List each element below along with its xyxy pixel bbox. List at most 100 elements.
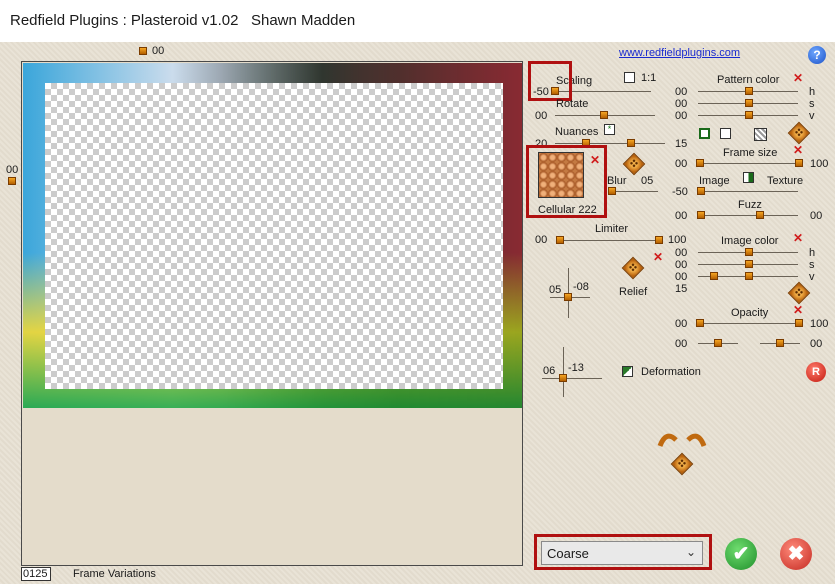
preview-image [23, 63, 522, 408]
preview-top-handle[interactable] [139, 47, 147, 55]
relief-y-value: -08 [573, 281, 589, 293]
blur-value: 05 [641, 175, 654, 187]
opacity-row2-slider-right[interactable] [776, 339, 784, 347]
limiter-value-right: 100 [668, 234, 687, 246]
ok-button[interactable]: ✔ [725, 538, 757, 570]
rotate-slider[interactable] [600, 111, 608, 119]
pattern-h-channel: h [809, 86, 816, 98]
frame-number-box[interactable]: 0125 [21, 567, 51, 581]
frame-size-value-left: 00 [675, 158, 688, 170]
relief-x-value: 05 [549, 284, 562, 296]
pattern-s-value: 00 [675, 98, 688, 110]
image-texture-toggle[interactable] [743, 172, 754, 183]
image-color-extra-value: 15 [675, 283, 688, 295]
relief-remove-icon[interactable]: ✕ [653, 251, 663, 263]
nuances-value-right: 15 [675, 138, 688, 150]
opacity-slider-left[interactable] [696, 319, 704, 327]
scaling-highlight [528, 61, 572, 101]
opacity-row2-right: 00 [810, 338, 823, 350]
help-icon[interactable]: ? [808, 46, 826, 64]
pattern-s-slider[interactable] [745, 99, 753, 107]
deformation-xy-handle[interactable] [559, 374, 567, 382]
frame-size-slider-right[interactable] [795, 159, 803, 167]
limiter-slider-left[interactable] [556, 236, 564, 244]
texture-remove-icon[interactable]: ✕ [590, 154, 600, 166]
pattern-v-channel: v [809, 110, 815, 122]
opacity-row2-slider-left[interactable] [714, 339, 722, 347]
blur-label: Blur [607, 175, 627, 187]
blend-mode-3-icon[interactable] [754, 128, 767, 141]
frame-size-label: Frame size [723, 147, 778, 159]
fuzz-value-right: 00 [810, 210, 823, 222]
frame-size-remove-icon[interactable]: ✕ [793, 144, 803, 156]
image-texture-value: -50 [672, 186, 688, 198]
pattern-s-channel: s [809, 98, 815, 110]
reset-button[interactable]: R [806, 362, 826, 382]
image-v-slider-left[interactable] [710, 272, 718, 280]
image-s-value: 00 [675, 259, 688, 271]
fuzz-slider-right[interactable] [756, 211, 764, 219]
blur-slider[interactable] [608, 187, 616, 195]
pattern-color-remove-icon[interactable]: ✕ [793, 72, 803, 84]
frame-size-slider-left[interactable] [696, 159, 704, 167]
fuzz-value-left: 00 [675, 210, 688, 222]
limiter-value-left: 00 [535, 234, 548, 246]
nuances-toggle-icon[interactable]: * [604, 124, 615, 135]
pattern-h-value: 00 [675, 86, 688, 98]
scaling-1to1-checkbox[interactable] [624, 72, 635, 83]
pattern-h-slider[interactable] [745, 87, 753, 95]
texture-thumbnail[interactable] [538, 152, 584, 198]
opacity-row2-left: 00 [675, 338, 688, 350]
quality-selected-value: Coarse [547, 546, 589, 561]
image-label: Image [699, 175, 730, 187]
pattern-v-slider[interactable] [745, 111, 753, 119]
blend-mode-2-icon[interactable] [720, 128, 731, 139]
frame-size-value-right: 100 [810, 158, 829, 170]
image-h-slider[interactable] [745, 248, 753, 256]
fuzz-slider-left[interactable] [697, 211, 705, 219]
image-v-channel: v [809, 271, 815, 283]
quality-select[interactable]: Coarse ⌄ [541, 541, 703, 565]
pattern-color-label: Pattern color [717, 74, 780, 86]
texture-label: Texture [767, 175, 804, 187]
image-color-remove-icon[interactable]: ✕ [793, 232, 803, 244]
relief-xy-handle[interactable] [564, 293, 572, 301]
checkmark-icon: ✔ [732, 543, 750, 565]
rotate-label: Rotate [556, 98, 589, 110]
title-bar: Redfield Plugins : Plasteroid v1.02 Shaw… [0, 0, 835, 42]
texture-name: Cellular 222 [538, 204, 597, 216]
transparent-checkerboard [45, 83, 503, 389]
image-v-slider-right[interactable] [745, 272, 753, 280]
deformation-x-value: 06 [543, 365, 556, 377]
preview-left-handle[interactable] [8, 177, 16, 185]
image-h-value: 00 [675, 247, 688, 259]
chevron-down-icon: ⌄ [685, 545, 696, 559]
opacity-value-right: 100 [810, 318, 829, 330]
opacity-slider-right[interactable] [795, 319, 803, 327]
image-s-slider[interactable] [745, 260, 753, 268]
limiter-slider-right[interactable] [655, 236, 663, 244]
pattern-v-value: 00 [675, 110, 688, 122]
limiter-label: Limiter [595, 223, 629, 235]
deformation-y-value: -13 [568, 362, 584, 374]
image-color-label: Image color [721, 235, 779, 247]
rotate-value: 00 [535, 110, 548, 122]
image-texture-slider[interactable] [697, 187, 705, 195]
deformation-checkbox[interactable] [622, 366, 633, 377]
nuances-slider-right[interactable] [627, 139, 635, 147]
scaling-1to1-label: 1:1 [641, 72, 657, 84]
preview-top-value: 00 [152, 45, 165, 57]
randomize-all-button[interactable] [652, 428, 712, 478]
preview-frame [21, 61, 523, 566]
opacity-remove-icon[interactable]: ✕ [793, 304, 803, 316]
nuances-label: Nuances [555, 126, 599, 138]
image-v-value: 00 [675, 271, 688, 283]
cancel-button[interactable]: ✖ [780, 538, 812, 570]
window-title: Redfield Plugins : Plasteroid v1.02 Shaw… [10, 12, 356, 29]
image-s-channel: s [809, 259, 815, 271]
frame-variations-label: Frame Variations [73, 568, 156, 580]
curved-arrows-icon [657, 433, 707, 447]
blend-mode-1-icon[interactable] [699, 128, 710, 139]
website-link[interactable]: www.redfieldplugins.com [619, 47, 740, 59]
opacity-value-left: 00 [675, 318, 688, 330]
